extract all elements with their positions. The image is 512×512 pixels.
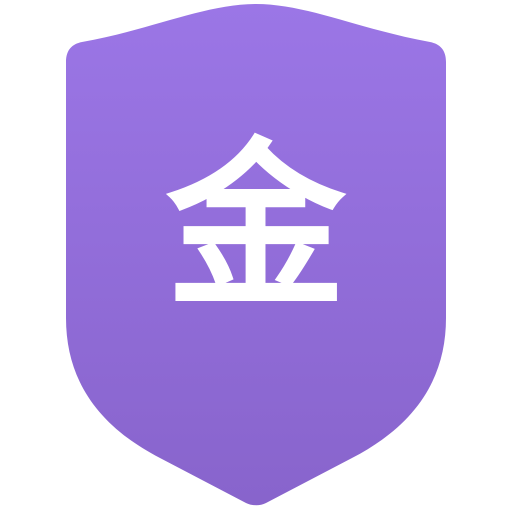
app-icon: 金 [0, 0, 512, 512]
gold-character-glyph: 金 [165, 123, 346, 332]
